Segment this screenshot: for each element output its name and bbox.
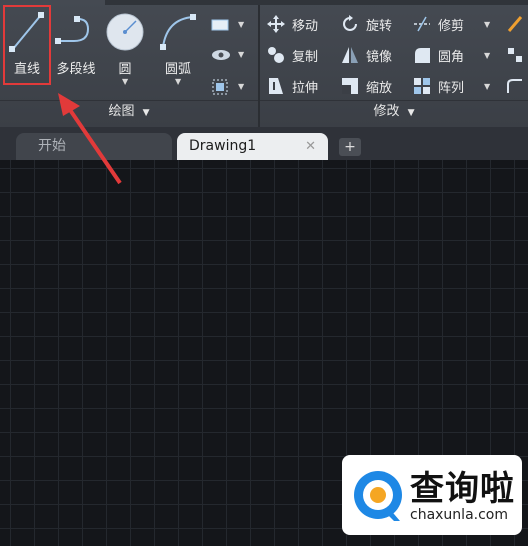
scale-icon (342, 78, 358, 94)
circle-button[interactable]: 圆 ▼ (102, 5, 148, 87)
fillet-button[interactable]: 圆角 (412, 43, 464, 67)
erase-icon[interactable] (505, 14, 525, 34)
hatch-dropdown-icon[interactable]: ▼ (238, 50, 244, 59)
region-icon[interactable] (210, 77, 232, 97)
circle-dropdown-icon[interactable]: ▼ (122, 77, 128, 86)
rotate-icon (343, 15, 357, 31)
explode-icon[interactable] (505, 45, 525, 65)
polyline-label: 多段线 (56, 62, 96, 77)
new-tab-button[interactable]: + (339, 138, 361, 156)
move-button[interactable]: 移动 (266, 12, 318, 36)
watermark-logo-icon (354, 471, 402, 521)
array-dropdown-icon[interactable]: ▼ (484, 82, 490, 91)
draw-panel-title-label: 绘图 (108, 104, 135, 119)
scale-button[interactable]: 缩放 (340, 74, 392, 98)
rotate-button[interactable]: 旋转 (340, 12, 392, 36)
arc-label: 圆弧 (164, 62, 191, 77)
array-button[interactable]: 阵列 (412, 74, 464, 98)
fillet-label: 圆角 (438, 49, 465, 65)
watermark-url: chaxunla.com (410, 507, 508, 523)
array-label: 阵列 (438, 80, 465, 96)
copy-label: 复制 (292, 49, 319, 65)
line-highlight-box (3, 5, 51, 85)
region-dropdown-icon[interactable]: ▼ (238, 82, 244, 91)
circle-icon (106, 13, 144, 51)
arc-icon (160, 14, 196, 50)
watermark-text: 查询啦 (410, 469, 515, 509)
rectangle-icon[interactable] (210, 17, 232, 33)
circle-label: 圆 (118, 62, 132, 77)
polyline-button[interactable]: 多段线 (52, 5, 100, 87)
modify-panel-title[interactable]: 修改 ▼ (260, 101, 528, 123)
stretch-label: 拉伸 (292, 80, 319, 96)
tab-start-label: 开始 (38, 138, 66, 154)
stretch-button[interactable]: 拉伸 (266, 74, 318, 98)
hatch-icon[interactable] (210, 47, 232, 63)
arc-button[interactable]: 圆弧 ▼ (154, 5, 202, 87)
copy-button[interactable]: 复制 (266, 43, 318, 67)
file-tab-bar: 开始 Drawing1 ✕ + (0, 127, 528, 160)
ribbon: 直线 多段线 圆 ▼ 圆弧 ▼ ▼ ▼ ▼ 移动 旋转 修剪 ▼ 复制 镜像 圆… (0, 0, 528, 127)
offset-icon[interactable] (505, 76, 525, 96)
move-icon (267, 15, 285, 33)
modify-panel-title-label: 修改 (373, 104, 400, 119)
watermark: 查询啦 chaxunla.com (342, 455, 522, 535)
fillet-dropdown-icon[interactable]: ▼ (484, 51, 490, 60)
stretch-icon (269, 78, 283, 94)
polyline-icon (55, 16, 90, 44)
array-icon (414, 78, 430, 94)
draw-panel-expand-icon: ▼ (142, 108, 150, 118)
modify-panel-expand-icon: ▼ (407, 108, 415, 118)
fillet-icon (415, 48, 430, 63)
scale-label: 缩放 (366, 80, 393, 96)
tab-drawing1-label: Drawing1 (189, 138, 257, 154)
tab-drawing1[interactable]: Drawing1 ✕ (177, 133, 328, 160)
trim-icon (414, 16, 430, 32)
mirror-label: 镜像 (366, 49, 393, 65)
rotate-label: 旋转 (366, 18, 393, 34)
mirror-button[interactable]: 镜像 (340, 43, 392, 67)
tab-start[interactable]: 开始 (16, 133, 172, 160)
trim-label: 修剪 (438, 18, 465, 34)
close-icon[interactable]: ✕ (293, 133, 316, 160)
trim-dropdown-icon[interactable]: ▼ (484, 20, 490, 29)
copy-icon (268, 47, 284, 63)
move-label: 移动 (292, 18, 319, 34)
trim-button[interactable]: 修剪 (412, 12, 464, 36)
rectangle-dropdown-icon[interactable]: ▼ (238, 20, 244, 29)
draw-panel-title[interactable]: 绘图 ▼ (0, 101, 258, 123)
arc-dropdown-icon[interactable]: ▼ (175, 77, 181, 86)
mirror-icon (342, 47, 358, 63)
